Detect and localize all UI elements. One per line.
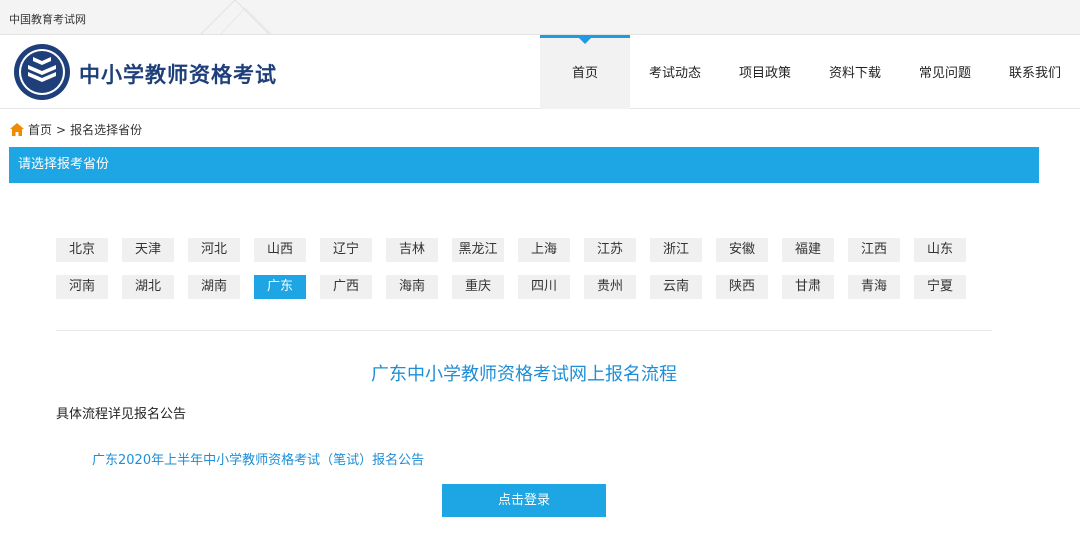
province-shandong[interactable]: 山东 — [914, 238, 966, 262]
province-hubei[interactable]: 湖北 — [122, 275, 174, 299]
province-shanghai[interactable]: 上海 — [518, 238, 570, 262]
province-guizhou[interactable]: 贵州 — [584, 275, 636, 299]
province-heilongjiang[interactable]: 黑龙江 — [452, 238, 504, 262]
province-zhejiang[interactable]: 浙江 — [650, 238, 702, 262]
province-anhui[interactable]: 安徽 — [716, 238, 768, 262]
province-fujian[interactable]: 福建 — [782, 238, 834, 262]
province-shanxi[interactable]: 山西 — [254, 238, 306, 262]
province-chongqing[interactable]: 重庆 — [452, 275, 504, 299]
announcement-link[interactable]: 广东2020年上半年中小学教师资格考试（笔试）报名公告 — [92, 449, 424, 468]
nav-item-policy[interactable]: 项目政策 — [720, 35, 810, 109]
breadcrumb-current: 报名选择省份 — [70, 123, 143, 137]
province-hunan[interactable]: 湖南 — [188, 275, 240, 299]
breadcrumb-separator: > — [56, 122, 67, 137]
province-beijing[interactable]: 北京 — [56, 238, 108, 262]
province-liaoning[interactable]: 辽宁 — [320, 238, 372, 262]
nav-item-contact[interactable]: 联系我们 — [990, 35, 1080, 109]
province-jiangsu[interactable]: 江苏 — [584, 238, 636, 262]
province-shaanxi[interactable]: 陕西 — [716, 275, 768, 299]
nav-item-exam-news[interactable]: 考试动态 — [630, 35, 720, 109]
divider — [56, 330, 992, 331]
logo-icon — [14, 44, 70, 100]
login-button[interactable]: 点击登录 — [442, 484, 606, 517]
banner-title: 请选择报考省份 — [18, 157, 110, 172]
flow-note: 具体流程详见报名公告 — [56, 407, 187, 422]
nav-label: 常见问题 — [918, 66, 971, 81]
top-bar: 中国教育考试网 — [0, 0, 1080, 35]
province-hainan[interactable]: 海南 — [386, 275, 438, 299]
nav-label: 考试动态 — [648, 66, 701, 81]
nav-item-downloads[interactable]: 资料下载 — [810, 35, 900, 109]
province-sichuan[interactable]: 四川 — [518, 275, 570, 299]
main-nav: 首页 考试动态 项目政策 资料下载 常见问题 联系我们 — [540, 35, 1080, 109]
province-jilin[interactable]: 吉林 — [386, 238, 438, 262]
nav-label: 项目政策 — [738, 66, 791, 81]
home-icon[interactable] — [10, 123, 24, 136]
province-qinghai[interactable]: 青海 — [848, 275, 900, 299]
province-row: 河南 湖北 湖南 广东 广西 海南 重庆 四川 贵州 云南 陕西 甘肃 青海 宁… — [56, 275, 986, 299]
active-caret-icon — [579, 38, 591, 44]
province-guangxi[interactable]: 广西 — [320, 275, 372, 299]
nav-label: 联系我们 — [1008, 66, 1061, 81]
province-row: 北京 天津 河北 山西 辽宁 吉林 黑龙江 上海 江苏 浙江 安徽 福建 江西 … — [56, 238, 986, 262]
province-ningxia[interactable]: 宁夏 — [914, 275, 966, 299]
province-tianjin[interactable]: 天津 — [122, 238, 174, 262]
flow-title: 广东中小学教师资格考试网上报名流程 — [371, 364, 677, 385]
nav-item-faq[interactable]: 常见问题 — [900, 35, 990, 109]
province-hebei[interactable]: 河北 — [188, 238, 240, 262]
nav-item-home[interactable]: 首页 — [540, 35, 630, 109]
breadcrumb-home[interactable]: 首页 — [28, 121, 52, 138]
site-name: 中国教育考试网 — [9, 13, 86, 26]
nav-label: 首页 — [571, 66, 598, 81]
breadcrumb: 首页 > 报名选择省份 — [10, 121, 142, 138]
province-selector: 北京 天津 河北 山西 辽宁 吉林 黑龙江 上海 江苏 浙江 安徽 福建 江西 … — [56, 238, 986, 312]
nav-label: 资料下载 — [828, 66, 881, 81]
province-gansu[interactable]: 甘肃 — [782, 275, 834, 299]
brand-title[interactable]: 中小学教师资格考试 — [79, 59, 277, 89]
section-banner: 请选择报考省份 — [9, 147, 1039, 183]
background-decoration — [200, 0, 272, 34]
province-guangdong[interactable]: 广东 — [254, 275, 306, 299]
province-jiangxi[interactable]: 江西 — [848, 238, 900, 262]
province-henan[interactable]: 河南 — [56, 275, 108, 299]
province-yunnan[interactable]: 云南 — [650, 275, 702, 299]
header: 中小学教师资格考试 首页 考试动态 项目政策 资料下载 常见问题 联系我们 — [0, 35, 1080, 109]
